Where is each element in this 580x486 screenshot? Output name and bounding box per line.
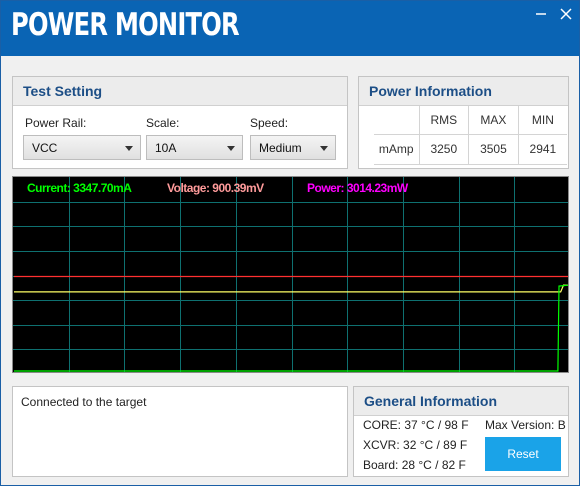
- test-setting-panel: Test Setting Power Rail: VCC Scale: 10A …: [12, 76, 348, 169]
- app-title: POWER MONITOR: [11, 7, 240, 43]
- value-min: 2941: [517, 134, 567, 165]
- power-rail-label: Power Rail:: [25, 116, 87, 130]
- speed-value: Medium: [259, 141, 302, 155]
- table-header-min: MIN: [517, 106, 567, 135]
- power-table: RMS MAX MIN mAmp 3250 3505 2941: [374, 106, 567, 165]
- voltage-readout: Voltage: 900.39mV: [167, 181, 264, 195]
- minimize-button[interactable]: [531, 4, 551, 24]
- power-rail-value: VCC: [32, 141, 58, 155]
- max-version-label: Max Version:: [485, 418, 555, 432]
- power-information-panel: Power Information RMS MAX MIN mAmp 3250 …: [358, 76, 569, 169]
- chevron-down-icon: [125, 146, 133, 151]
- speed-label: Speed:: [250, 116, 289, 130]
- value-max: 3505: [468, 134, 519, 165]
- chevron-down-icon: [227, 146, 235, 151]
- table-corner: [374, 106, 419, 135]
- status-text: Connected to the target: [21, 395, 147, 409]
- xcvr-temp: XCVR: 32 °C / 89 F: [363, 438, 467, 452]
- board-label: Board:: [363, 458, 399, 472]
- power-rail-select[interactable]: VCC: [23, 135, 141, 160]
- speed-select[interactable]: Medium: [250, 135, 336, 160]
- test-setting-title: Test Setting: [13, 77, 347, 106]
- chevron-down-icon: [320, 146, 328, 151]
- board-temp: Board: 28 °C / 82 F: [363, 458, 466, 472]
- status-panel: Connected to the target: [12, 386, 348, 477]
- power-chart: Current: 3347.70mA Voltage: 900.39mV Pow…: [12, 176, 569, 373]
- current-readout: Current: 3347.70mA: [27, 181, 132, 195]
- minimize-icon: [536, 13, 546, 15]
- chart-plot: [13, 177, 568, 372]
- close-button[interactable]: [556, 4, 576, 24]
- xcvr-value: 32 °C / 89 F: [403, 438, 468, 452]
- xcvr-label: XCVR:: [363, 438, 400, 452]
- core-value: 37 °C / 98 F: [404, 418, 469, 432]
- table-header-rms: RMS: [418, 106, 469, 135]
- trace-line-1: [14, 284, 568, 293]
- table-header-max: MAX: [468, 106, 519, 135]
- row-label-mamp: mAmp: [374, 134, 419, 165]
- value-rms: 3250: [418, 134, 469, 165]
- close-icon: [560, 8, 572, 20]
- power-monitor-window: POWER MONITOR Test Setting Power Rail: V…: [0, 0, 580, 486]
- core-label: CORE:: [363, 418, 402, 432]
- scale-select[interactable]: 10A: [146, 135, 243, 160]
- general-information-title: General Information: [354, 387, 568, 416]
- board-value: 28 °C / 82 F: [401, 458, 466, 472]
- title-bar: POWER MONITOR: [1, 1, 579, 56]
- max-version: Max Version: B: [485, 418, 566, 432]
- power-information-title: Power Information: [359, 77, 568, 106]
- max-version-value: B: [557, 418, 566, 432]
- core-temp: CORE: 37 °C / 98 F: [363, 418, 469, 432]
- scale-label: Scale:: [146, 116, 180, 130]
- trace-line-2: [14, 284, 568, 372]
- reset-button[interactable]: Reset: [485, 437, 561, 471]
- scale-value: 10A: [155, 141, 177, 155]
- power-readout: Power: 3014.23mW: [307, 181, 408, 195]
